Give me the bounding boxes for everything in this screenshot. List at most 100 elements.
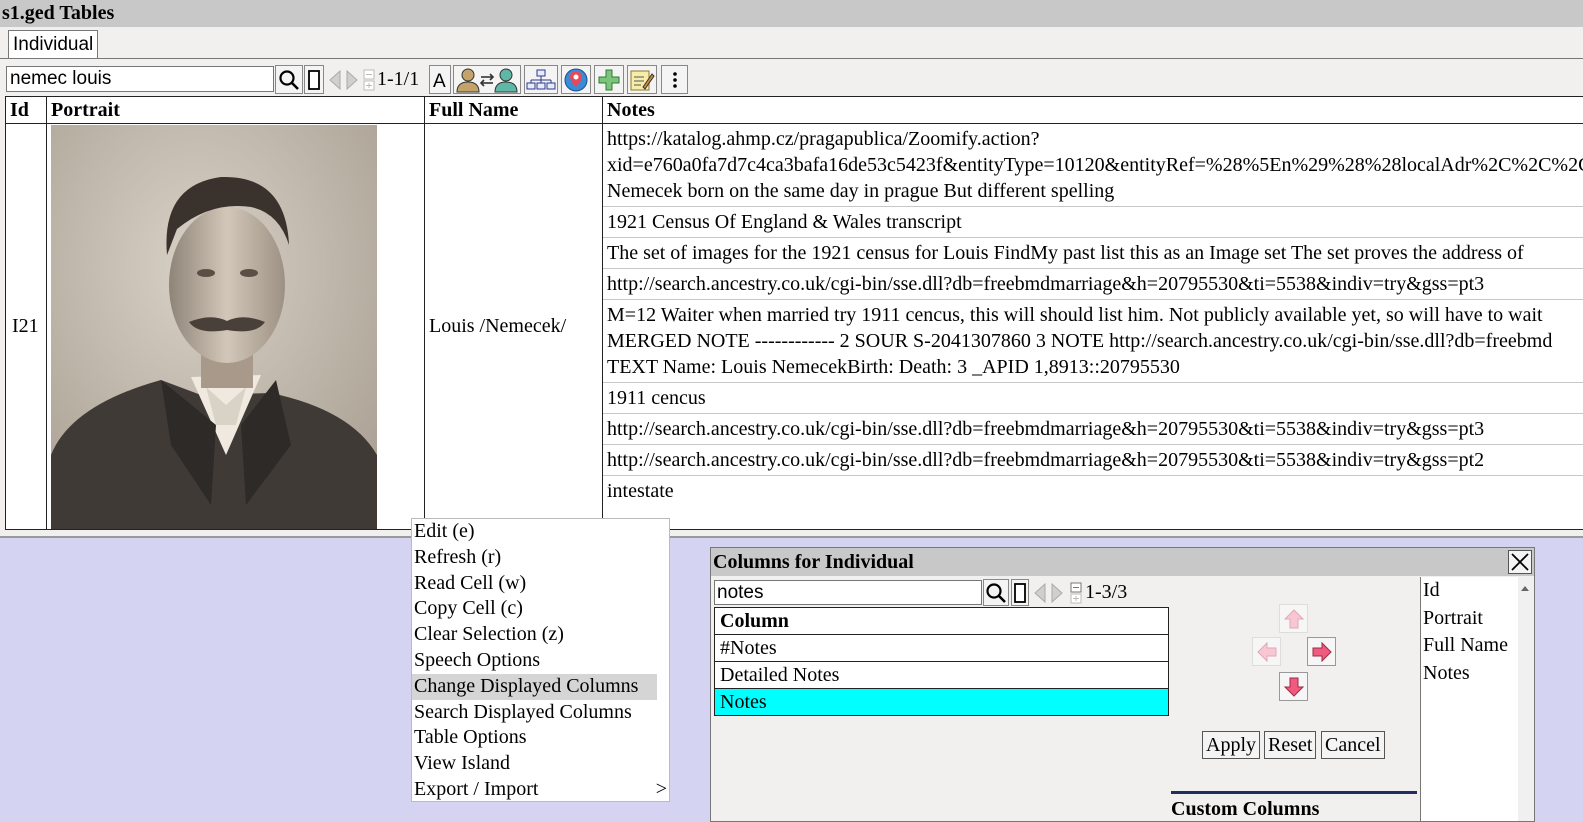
cancel-button[interactable]: Cancel <box>1321 731 1385 759</box>
previous-button[interactable] <box>1032 579 1048 606</box>
expand-collapse-control[interactable] <box>1069 579 1083 606</box>
cell-full-name[interactable]: Louis /Nemecek/ <box>424 123 603 530</box>
table-row[interactable]: I21 Louis /Nemecek/ https://katalog.ahmp… <box>5 123 1583 530</box>
add-button[interactable] <box>594 65 624 94</box>
reset-button[interactable]: Reset <box>1264 731 1317 759</box>
notes-list: https://katalog.ahmp.cz/pragapublica/Zoo… <box>603 124 1583 529</box>
column-header-id[interactable]: Id <box>5 96 47 124</box>
apply-button[interactable]: Apply <box>1202 731 1260 759</box>
menu-item-label: Search Displayed Columns <box>414 700 632 723</box>
note-entry[interactable]: M=12 Waiter when married try 1911 cencus… <box>603 300 1583 383</box>
note-entry[interactable]: http://search.ancestry.co.uk/cgi-bin/sse… <box>603 445 1583 476</box>
submenu-arrow-icon: > <box>655 777 667 800</box>
note-line: Nemecek born on the same day in prague B… <box>607 180 1115 202</box>
list-item[interactable]: Notes <box>1421 660 1532 688</box>
close-icon <box>1511 553 1529 571</box>
list-item[interactable]: Full Name <box>1421 632 1532 660</box>
menu-item-label: Copy Cell (c) <box>414 597 523 620</box>
pager-text: 1-1/1 <box>377 68 420 90</box>
displayed-columns-scrollbar[interactable] <box>1518 577 1532 821</box>
menu-item-view-island[interactable]: View Island <box>412 751 669 777</box>
tree-button[interactable] <box>524 65 558 94</box>
list-item[interactable]: Id <box>1421 577 1532 605</box>
menu-item-edit-e[interactable]: Edit (e) <box>412 519 669 545</box>
move-left-button[interactable] <box>1252 637 1281 666</box>
arrow-right-icon <box>346 69 358 90</box>
menu-item-refresh-r[interactable]: Refresh (r) <box>412 545 669 571</box>
more-options-button[interactable] <box>661 65 688 94</box>
note-line: xid=e760a0fa7d7c4ca3bafa16de53c5423f&ent… <box>607 154 1583 176</box>
list-item[interactable]: Portrait <box>1421 605 1532 633</box>
expand-collapse-control[interactable] <box>362 65 376 94</box>
previous-button[interactable] <box>326 65 344 94</box>
menu-item-table-options[interactable]: Table Options <box>412 725 669 751</box>
note-entry[interactable]: http://search.ancestry.co.uk/cgi-bin/sse… <box>603 269 1583 300</box>
menu-item-speech-options[interactable]: Speech Options <box>412 648 669 674</box>
note-line: MERGED NOTE ------------ 2 SOUR S-204130… <box>607 330 1553 352</box>
column-toggle-button[interactable] <box>304 65 324 94</box>
note-entry[interactable]: http://search.ancestry.co.uk/cgi-bin/sse… <box>603 414 1583 445</box>
note-entry[interactable]: intestate <box>603 476 1583 506</box>
move-down-button[interactable] <box>1279 672 1308 701</box>
note-line: 1921 Census Of England & Wales transcrip… <box>607 211 962 233</box>
column-icon <box>308 69 320 90</box>
arrow-right-icon <box>1312 641 1332 662</box>
note-entry[interactable]: https://katalog.ahmp.cz/pragapublica/Zoo… <box>603 124 1583 207</box>
table-header-row: Id Portrait Full Name Notes <box>5 96 1583 124</box>
column-header-notes[interactable]: Notes <box>602 96 1583 124</box>
list-item[interactable]: #Notes <box>715 635 1168 662</box>
relationship-button[interactable] <box>453 65 521 94</box>
menu-item-clear-selection-z[interactable]: Clear Selection (z) <box>412 622 669 648</box>
note-line: TEXT Name: Louis NemecekBirth: Death: 3 … <box>607 356 1180 378</box>
next-button[interactable] <box>1049 579 1065 606</box>
note-entry[interactable]: 1921 Census Of England & Wales transcrip… <box>603 207 1583 238</box>
note-line: http://search.ancestry.co.uk/cgi-bin/sse… <box>607 418 1485 440</box>
note-line: http://search.ancestry.co.uk/cgi-bin/sse… <box>607 449 1485 471</box>
menu-item-copy-cell-c[interactable]: Copy Cell (c) <box>412 596 669 622</box>
column-icon <box>1014 582 1026 603</box>
note-entry[interactable]: The set of images for the 1921 census fo… <box>603 238 1583 269</box>
column-search-button[interactable] <box>983 579 1009 606</box>
map-button[interactable] <box>561 65 591 94</box>
column-list-header: Column <box>715 608 1168 635</box>
list-item[interactable]: Notes <box>715 689 1168 715</box>
menu-item-label: Read Cell (w) <box>414 571 527 594</box>
menu-item-read-cell-w[interactable]: Read Cell (w) <box>412 571 669 597</box>
menu-item-label: Edit (e) <box>414 520 475 542</box>
plus-minus-icon <box>363 69 375 90</box>
close-button[interactable] <box>1508 550 1532 574</box>
cell-notes[interactable]: https://katalog.ahmp.cz/pragapublica/Zoo… <box>602 123 1583 530</box>
menu-item-label: Clear Selection (z) <box>414 623 564 646</box>
edit-button[interactable] <box>627 65 657 94</box>
next-button[interactable] <box>343 65 361 94</box>
portrait-image <box>51 125 377 529</box>
menu-item-change-displayed-columns[interactable]: Change Displayed Columns <box>412 673 657 700</box>
scroll-up-icon <box>1521 586 1529 591</box>
letter-a-icon: A <box>433 71 446 91</box>
note-entry[interactable]: 1911 cencus <box>603 383 1583 414</box>
note-line: intestate <box>607 480 674 502</box>
column-header-full-name[interactable]: Full Name <box>424 96 603 124</box>
search-input[interactable]: nemec louis <box>6 66 274 92</box>
tab-individual[interactable]: Individual <box>8 30 99 59</box>
font-button[interactable]: A <box>429 65 451 94</box>
menu-item-label: Change Displayed Columns <box>414 674 639 697</box>
cell-portrait[interactable] <box>46 123 425 530</box>
menu-item-export-import[interactable]: Export / Import > <box>412 777 669 803</box>
move-right-button[interactable] <box>1307 637 1336 666</box>
search-icon <box>279 69 299 90</box>
column-toggle-button[interactable] <box>1011 579 1029 606</box>
relationship-icon <box>456 68 518 92</box>
menu-item-label: Refresh (r) <box>414 545 502 568</box>
search-button[interactable] <box>275 65 303 94</box>
svg-text:A: A <box>433 71 446 91</box>
column-list: Column #Notes Detailed Notes Notes <box>714 607 1169 716</box>
column-header-portrait[interactable]: Portrait <box>46 96 425 124</box>
menu-item-label: Export / Import <box>414 777 539 800</box>
cell-id[interactable]: I21 <box>5 123 47 530</box>
column-search-input[interactable]: notes <box>714 580 982 605</box>
menu-item-search-displayed-columns[interactable]: Search Displayed Columns <box>412 700 669 726</box>
list-item[interactable]: Detailed Notes <box>715 662 1168 689</box>
move-up-button[interactable] <box>1279 604 1308 633</box>
menu-item-label: Speech Options <box>414 648 541 671</box>
